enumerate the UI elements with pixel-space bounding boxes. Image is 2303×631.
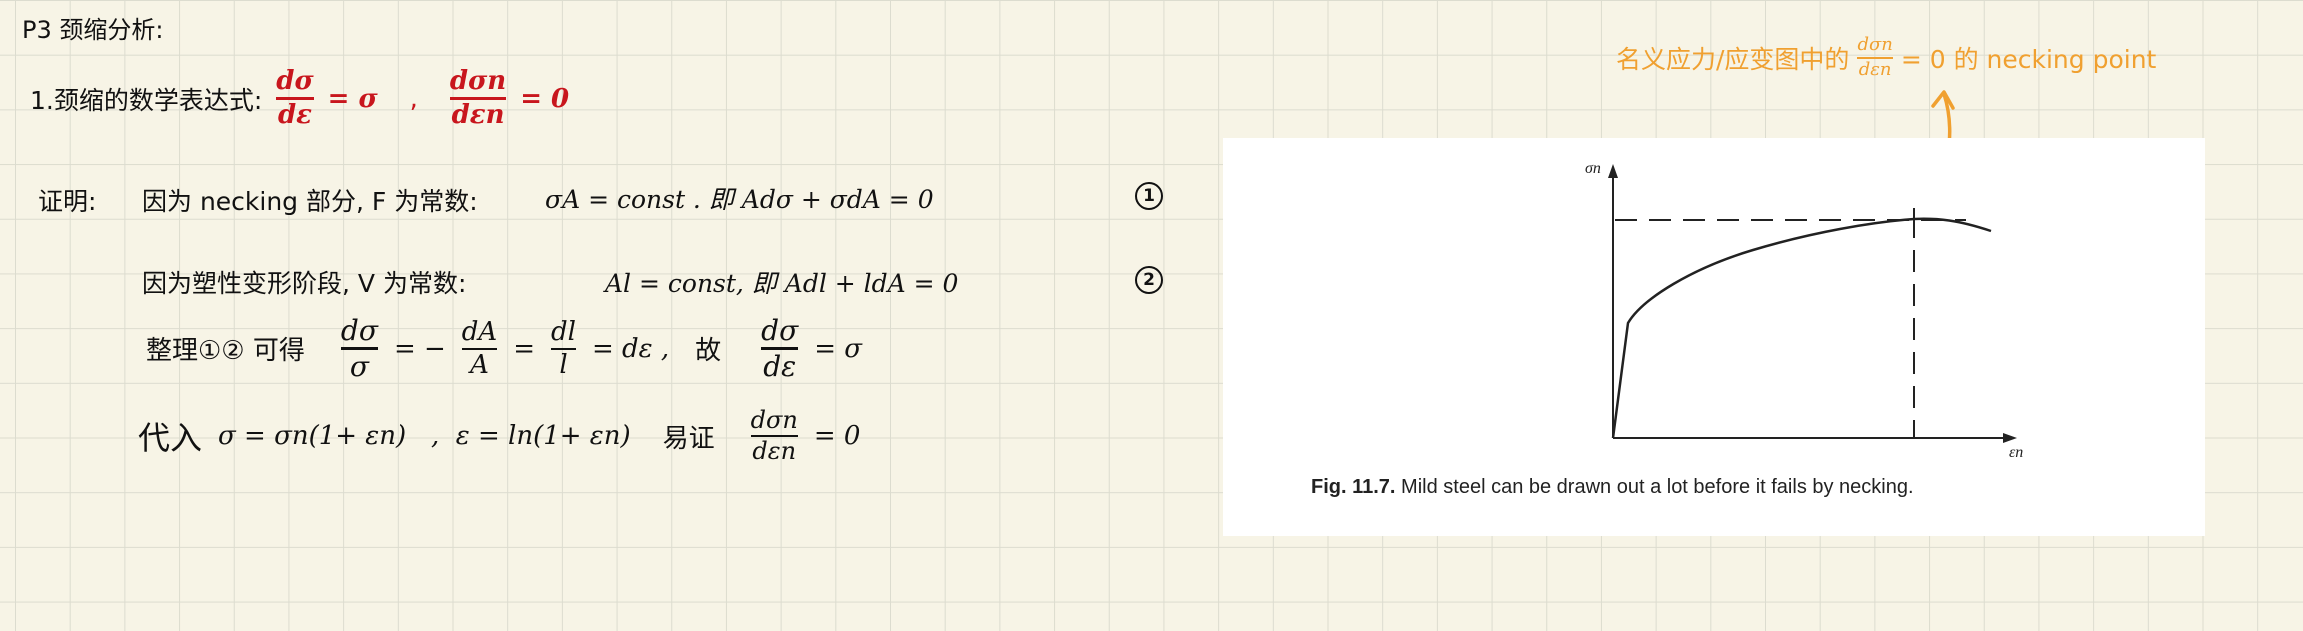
stress-strain-diagram <box>1608 164 2017 443</box>
line3-fraction-2: dA A <box>461 316 498 380</box>
annotation-fraction: dσn dεn <box>1857 34 1893 80</box>
line3-op-3: = dε , <box>591 333 670 364</box>
frac-num: dσ <box>340 314 378 347</box>
proof-line-1-text: 因为 necking 部分, F 为常数: <box>142 187 478 216</box>
frac-den: dεn <box>752 437 797 466</box>
frac-den: dεn <box>451 100 505 131</box>
caption-text: Mild steel can be drawn out a lot before… <box>1395 476 1914 498</box>
frac-den: l <box>559 349 568 380</box>
annotation-text-after: = 0 的 necking point <box>1900 44 2157 74</box>
item1-label: 1.颈缩的数学表达式: <box>30 85 263 115</box>
stress-strain-curve <box>1611 217 1992 439</box>
proof-line-4: 代入 σ = σn(1+ εn) , ε = ln(1+ εn) 易证 dσn … <box>138 406 861 466</box>
x-axis-arrow <box>2003 433 2017 443</box>
caption-label: Fig. 11.7. <box>1311 476 1396 498</box>
line3-rhs: = σ <box>814 333 863 364</box>
line3-fraction-4: dσ dε <box>761 314 799 384</box>
proof-line-1-math: σA = const . 即 Adσ + σdA = 0 <box>545 185 934 214</box>
item1-row: 1.颈缩的数学表达式: dσ dε = σ , dσn dεn = 0 <box>30 66 570 131</box>
line4-prefix: 代入 <box>138 419 203 458</box>
line4-rhs: = 0 <box>813 421 861 452</box>
frac-den: dε <box>277 100 312 131</box>
line4-easy: 易证 <box>662 423 715 454</box>
frac-den: A <box>470 349 489 380</box>
frac-num: dA <box>461 316 498 347</box>
frac-den: σ <box>349 350 369 384</box>
frac-num: dσn <box>449 66 507 96</box>
line3-op-1: = − <box>393 333 446 364</box>
proof-marker-2: 2 <box>1135 266 1163 294</box>
item1-fraction-2: dσn dεn <box>449 66 507 131</box>
stress-strain-figure: σn εn Fig. 11.7. Mild steel can be drawn… <box>1223 138 2205 536</box>
line3-prefix: 整理①② 可得 <box>146 336 305 367</box>
y-axis-arrow <box>1608 164 1618 178</box>
page-title: P3 颈缩分析: <box>22 16 164 44</box>
frac-num: dσn <box>1857 34 1893 55</box>
frac-den: dε <box>763 350 797 384</box>
proof-line-2-math: Al = const, 即 Adl + ldA = 0 <box>605 269 959 298</box>
frac-num: dσ <box>276 66 314 96</box>
proof-line-2-text: 因为塑性变形阶段, V 为常数: <box>142 269 467 298</box>
circled-number-1: 1 <box>1135 182 1163 210</box>
x-axis-label: εn <box>2009 444 2024 461</box>
necking-annotation: 名义应力/应变图中的 dσn dεn = 0 的 necking point <box>1616 34 2157 80</box>
circled-number-2: 2 <box>1135 266 1163 294</box>
line4-math: σ = σn(1+ εn) , ε = ln(1+ εn) <box>218 421 631 452</box>
frac-num: dσn <box>750 406 798 434</box>
proof-label: 证明: <box>38 187 97 216</box>
proof-marker-1: 1 <box>1135 182 1163 210</box>
line3-fraction-3: dl l <box>551 316 576 380</box>
item1-fraction-1: dσ dε <box>276 66 314 131</box>
frac-den: dεn <box>1858 58 1892 80</box>
item1-separator: , <box>409 83 418 114</box>
line3-fraction-1: dσ σ <box>340 314 378 384</box>
line4-fraction: dσn dεn <box>750 406 798 466</box>
annotation-text-before: 名义应力/应变图中的 <box>1616 44 1850 74</box>
line3-therefore: 故 <box>695 336 722 367</box>
line3-op-2: = <box>513 333 535 364</box>
frac-num: dl <box>551 316 576 347</box>
figure-caption: Fig. 11.7. Mild steel can be drawn out a… <box>1311 476 1914 499</box>
item1-eq1-rhs: = σ <box>327 83 378 114</box>
frac-num: dσ <box>761 314 799 347</box>
y-axis-label: σn <box>1585 160 1601 177</box>
proof-line-3: 整理①② 可得 dσ σ = − dA A = dl l = dε , 故 dσ… <box>146 316 862 382</box>
item1-eq2-rhs: = 0 <box>520 83 570 114</box>
